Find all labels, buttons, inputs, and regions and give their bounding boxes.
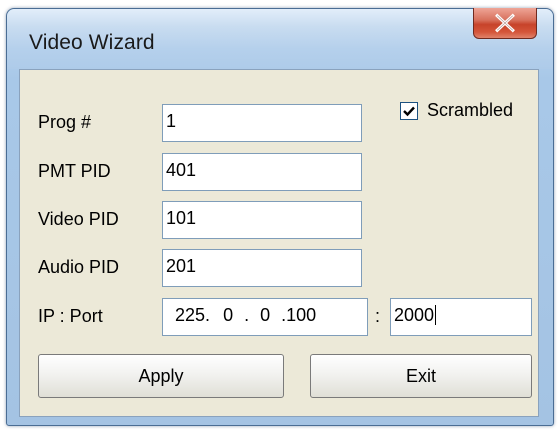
pmt-pid-label: PMT PID bbox=[38, 161, 111, 181]
pmt-pid-input[interactable]: 401 bbox=[162, 153, 362, 191]
ip-octet-1: 225. bbox=[175, 305, 211, 325]
exit-button[interactable]: Exit bbox=[310, 354, 532, 398]
title-bar[interactable]: Video Wizard bbox=[7, 8, 553, 69]
ip-address-input[interactable]: 225. 0 . 0 .100 bbox=[162, 298, 368, 336]
text-caret bbox=[435, 305, 437, 325]
ip-port-label: IP : Port bbox=[38, 306, 103, 326]
close-button[interactable] bbox=[473, 8, 537, 39]
dialog-client-area: Prog # 1 Scrambled PMT PID 401 Video PID… bbox=[19, 69, 539, 417]
scrambled-checkbox[interactable] bbox=[400, 102, 418, 120]
ip-dot: . bbox=[244, 305, 250, 325]
video-pid-label: Video PID bbox=[38, 209, 119, 229]
ip-octet-4: .100 bbox=[281, 305, 317, 325]
apply-button[interactable]: Apply bbox=[38, 354, 284, 398]
ip-octet-3: 0 bbox=[260, 305, 271, 325]
port-input[interactable]: 2000 bbox=[390, 298, 532, 336]
video-pid-input[interactable]: 101 bbox=[162, 201, 362, 239]
scrambled-label: Scrambled bbox=[427, 100, 514, 120]
prog-input[interactable]: 1 bbox=[162, 104, 362, 142]
video-wizard-window: Video Wizard Prog # 1 Scrambled PMT PID … bbox=[6, 8, 554, 426]
prog-label: Prog # bbox=[38, 112, 92, 132]
audio-pid-input[interactable]: 201 bbox=[162, 249, 362, 287]
ip-port-separator: : bbox=[375, 306, 381, 326]
window-title: Video Wizard bbox=[29, 31, 155, 54]
port-value: 2000 bbox=[394, 305, 435, 325]
close-icon bbox=[495, 13, 515, 33]
checkmark-icon bbox=[403, 106, 415, 117]
audio-pid-label: Audio PID bbox=[38, 257, 120, 277]
ip-octet-2: 0 bbox=[223, 305, 234, 325]
